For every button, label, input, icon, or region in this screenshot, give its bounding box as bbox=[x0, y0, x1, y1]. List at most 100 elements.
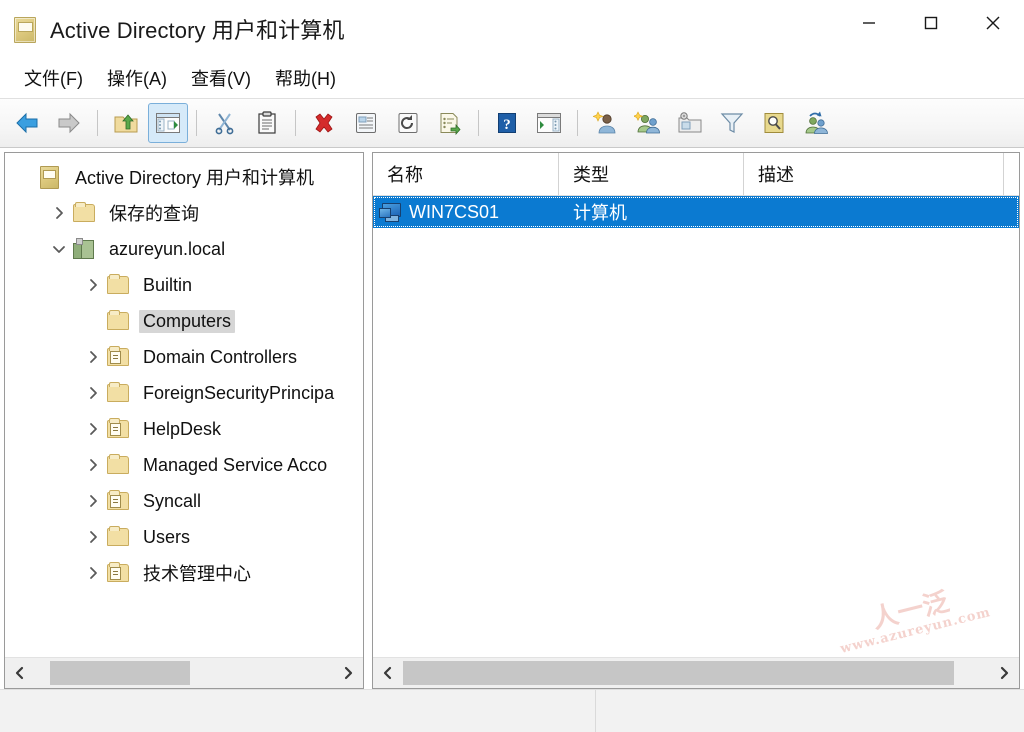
column-header-label: 类型 bbox=[573, 165, 609, 185]
column-name[interactable]: 名称 bbox=[373, 153, 559, 195]
chevron-right-icon[interactable] bbox=[81, 417, 105, 441]
chevron-right-icon[interactable] bbox=[81, 525, 105, 549]
menu-help[interactable]: 帮助(H) bbox=[263, 62, 348, 94]
tree-scroll-thumb[interactable] bbox=[49, 661, 190, 685]
cut-scissors-icon bbox=[215, 113, 234, 135]
content-area: Active Directory 用户和计算机保存的查询 azureyun.loc… bbox=[0, 148, 1024, 689]
tree-node-builtin[interactable]: Builtin bbox=[5, 267, 363, 303]
pane-splitter[interactable] bbox=[364, 152, 372, 689]
tree-node-root[interactable]: Active Directory 用户和计算机 bbox=[5, 159, 363, 195]
list-scroll-right-button[interactable] bbox=[989, 658, 1019, 688]
maximize-icon bbox=[924, 16, 938, 30]
filter-funnel-icon bbox=[720, 113, 744, 133]
chevron-left-icon bbox=[15, 666, 24, 680]
toolbar-export-list[interactable] bbox=[430, 103, 470, 143]
tree-node-label: HelpDesk bbox=[143, 418, 222, 439]
list-horizontal-scrollbar[interactable] bbox=[373, 657, 1019, 688]
menu-action[interactable]: 操作(A) bbox=[95, 62, 179, 94]
toolbar-separator bbox=[577, 110, 578, 136]
window-controls bbox=[838, 0, 1024, 46]
toolbar-separator bbox=[196, 110, 197, 136]
minimize-button[interactable] bbox=[838, 0, 900, 46]
tree-node-saved-queries[interactable]: 保存的查询 bbox=[5, 195, 363, 231]
organizational-unit-icon bbox=[105, 562, 131, 584]
status-cell-left bbox=[0, 690, 595, 732]
toolbar-paste[interactable] bbox=[247, 103, 287, 143]
list-column-headers: 名称 类型 描述 bbox=[373, 153, 1019, 196]
back-arrow-icon bbox=[16, 112, 38, 134]
folder-icon bbox=[105, 310, 131, 332]
close-button[interactable] bbox=[962, 0, 1024, 46]
window-title: Active Directory 用户和计算机 bbox=[50, 18, 345, 43]
toolbar-action-pane[interactable] bbox=[529, 103, 569, 143]
tree-node-tech-management-center[interactable]: 技术管理中心 bbox=[5, 555, 363, 591]
organizational-unit-icon bbox=[105, 490, 131, 512]
toolbar-delegate[interactable] bbox=[796, 103, 836, 143]
tree-scroll-left-button[interactable] bbox=[5, 658, 35, 688]
chevron-right-icon[interactable] bbox=[81, 345, 105, 369]
chevron-right-icon[interactable] bbox=[81, 489, 105, 513]
toolbar-up-level[interactable] bbox=[106, 103, 146, 143]
column-header-label: 描述 bbox=[758, 165, 794, 185]
table-row[interactable]: WIN7CS01 计算机 bbox=[373, 196, 1019, 228]
tree-node-syncall[interactable]: Syncall bbox=[5, 483, 363, 519]
menu-view[interactable]: 查看(V) bbox=[179, 62, 263, 94]
tree-scroll-right-button[interactable] bbox=[333, 658, 363, 688]
toolbar-help[interactable]: ? bbox=[487, 103, 527, 143]
close-icon bbox=[986, 16, 1000, 30]
toolbar-show-tree[interactable] bbox=[148, 103, 188, 143]
cell-name-text: WIN7CS01 bbox=[409, 201, 500, 222]
toolbar-cut[interactable] bbox=[205, 103, 245, 143]
tree-node-managed-service-accounts[interactable]: Managed Service Acco bbox=[5, 447, 363, 483]
delete-x-icon bbox=[315, 113, 333, 133]
computer-icon bbox=[379, 201, 403, 223]
tree-node-domain-controllers[interactable]: Domain Controllers bbox=[5, 339, 363, 375]
toolbar-filter[interactable] bbox=[712, 103, 752, 143]
chevron-left-icon bbox=[383, 666, 392, 680]
column-type[interactable]: 类型 bbox=[559, 153, 744, 195]
folder-icon bbox=[105, 526, 131, 548]
chevron-right-icon[interactable] bbox=[47, 201, 71, 225]
toolbar-delete[interactable] bbox=[304, 103, 344, 143]
list-scroll-track[interactable] bbox=[403, 658, 989, 688]
chevron-right-icon[interactable] bbox=[81, 381, 105, 405]
toolbar-find[interactable] bbox=[754, 103, 794, 143]
tree-scroll-track[interactable] bbox=[35, 658, 333, 688]
status-cell-right bbox=[596, 690, 1024, 732]
tree-horizontal-scrollbar[interactable] bbox=[5, 657, 363, 688]
list-scroll-thumb[interactable] bbox=[403, 661, 954, 685]
tree-node-label: 保存的查询 bbox=[109, 204, 199, 224]
find-objects-icon bbox=[764, 113, 784, 133]
chevron-down-icon[interactable] bbox=[47, 237, 71, 261]
tree-node-foreignsecurityprincipals[interactable]: ForeignSecurityPrincipa bbox=[5, 375, 363, 411]
toolbar-new-ou[interactable] bbox=[670, 103, 710, 143]
toolbar-refresh[interactable] bbox=[388, 103, 428, 143]
tree-node-computers[interactable]: Computers bbox=[5, 303, 363, 339]
chevron-right-icon[interactable] bbox=[81, 273, 105, 297]
chevron-right-icon[interactable] bbox=[81, 561, 105, 585]
tree-node-users[interactable]: Users bbox=[5, 519, 363, 555]
column-description[interactable]: 描述 bbox=[744, 153, 1004, 195]
minimize-icon bbox=[863, 22, 875, 24]
toolbar-properties[interactable] bbox=[346, 103, 386, 143]
tree-node-label: Computers bbox=[139, 309, 236, 333]
menu-file[interactable]: 文件(F) bbox=[12, 62, 95, 94]
status-bar bbox=[0, 689, 1024, 732]
toolbar-forward[interactable] bbox=[49, 103, 89, 143]
list-scroll-left-button[interactable] bbox=[373, 658, 403, 688]
tree-node-label: ForeignSecurityPrincipa bbox=[143, 382, 335, 403]
toolbar-new-user[interactable] bbox=[586, 103, 626, 143]
chevron-right-icon[interactable] bbox=[81, 453, 105, 477]
toolbar-new-group[interactable] bbox=[628, 103, 668, 143]
toolbar-back[interactable] bbox=[7, 103, 47, 143]
tree-node-domain[interactable]: azureyun.local bbox=[5, 231, 363, 267]
tree-node-helpdesk[interactable]: HelpDesk bbox=[5, 411, 363, 447]
show-hide-action-pane-icon bbox=[537, 113, 561, 133]
maximize-button[interactable] bbox=[900, 0, 962, 46]
paste-clipboard-icon bbox=[258, 111, 276, 134]
refresh-icon bbox=[398, 113, 418, 133]
tree-node-label: Domain Controllers bbox=[143, 346, 298, 367]
chevron-right-icon bbox=[1000, 666, 1009, 680]
cell-type: 计算机 bbox=[573, 203, 627, 223]
